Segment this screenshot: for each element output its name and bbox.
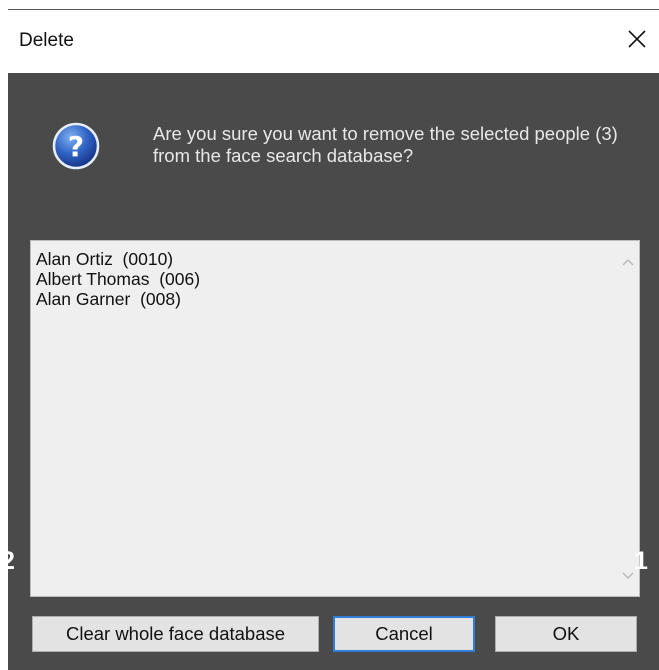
- cancel-button[interactable]: Cancel: [333, 616, 475, 652]
- close-button[interactable]: [619, 20, 655, 58]
- window-title: Delete: [19, 30, 74, 51]
- dialog-body: ? Are you sure you want to remove the se…: [8, 73, 659, 670]
- chevron-up-icon: [622, 259, 634, 266]
- selected-people-list[interactable]: Alan Ortiz (0010) Albert Thomas (006) Al…: [30, 240, 640, 597]
- question-icon: ?: [52, 122, 100, 170]
- list-item[interactable]: Alan Ortiz (0010): [36, 249, 200, 269]
- callout-number-clear: 2: [1, 547, 15, 575]
- chevron-down-icon: [622, 572, 634, 579]
- scroll-up-button[interactable]: [620, 254, 636, 270]
- ok-button[interactable]: OK: [495, 616, 637, 652]
- callout-number-ok: 1: [634, 547, 648, 575]
- clear-whole-database-button[interactable]: Clear whole face database: [32, 616, 319, 652]
- title-bar[interactable]: Delete: [8, 10, 659, 73]
- list-item[interactable]: Alan Garner (008): [36, 289, 200, 309]
- close-icon: [628, 30, 646, 48]
- list-item[interactable]: Albert Thomas (006): [36, 269, 200, 289]
- confirmation-message: Are you sure you want to remove the sele…: [153, 123, 618, 166]
- delete-dialog: Delete ? Are you sure you want to remove…: [0, 0, 659, 670]
- svg-text:?: ?: [68, 130, 84, 163]
